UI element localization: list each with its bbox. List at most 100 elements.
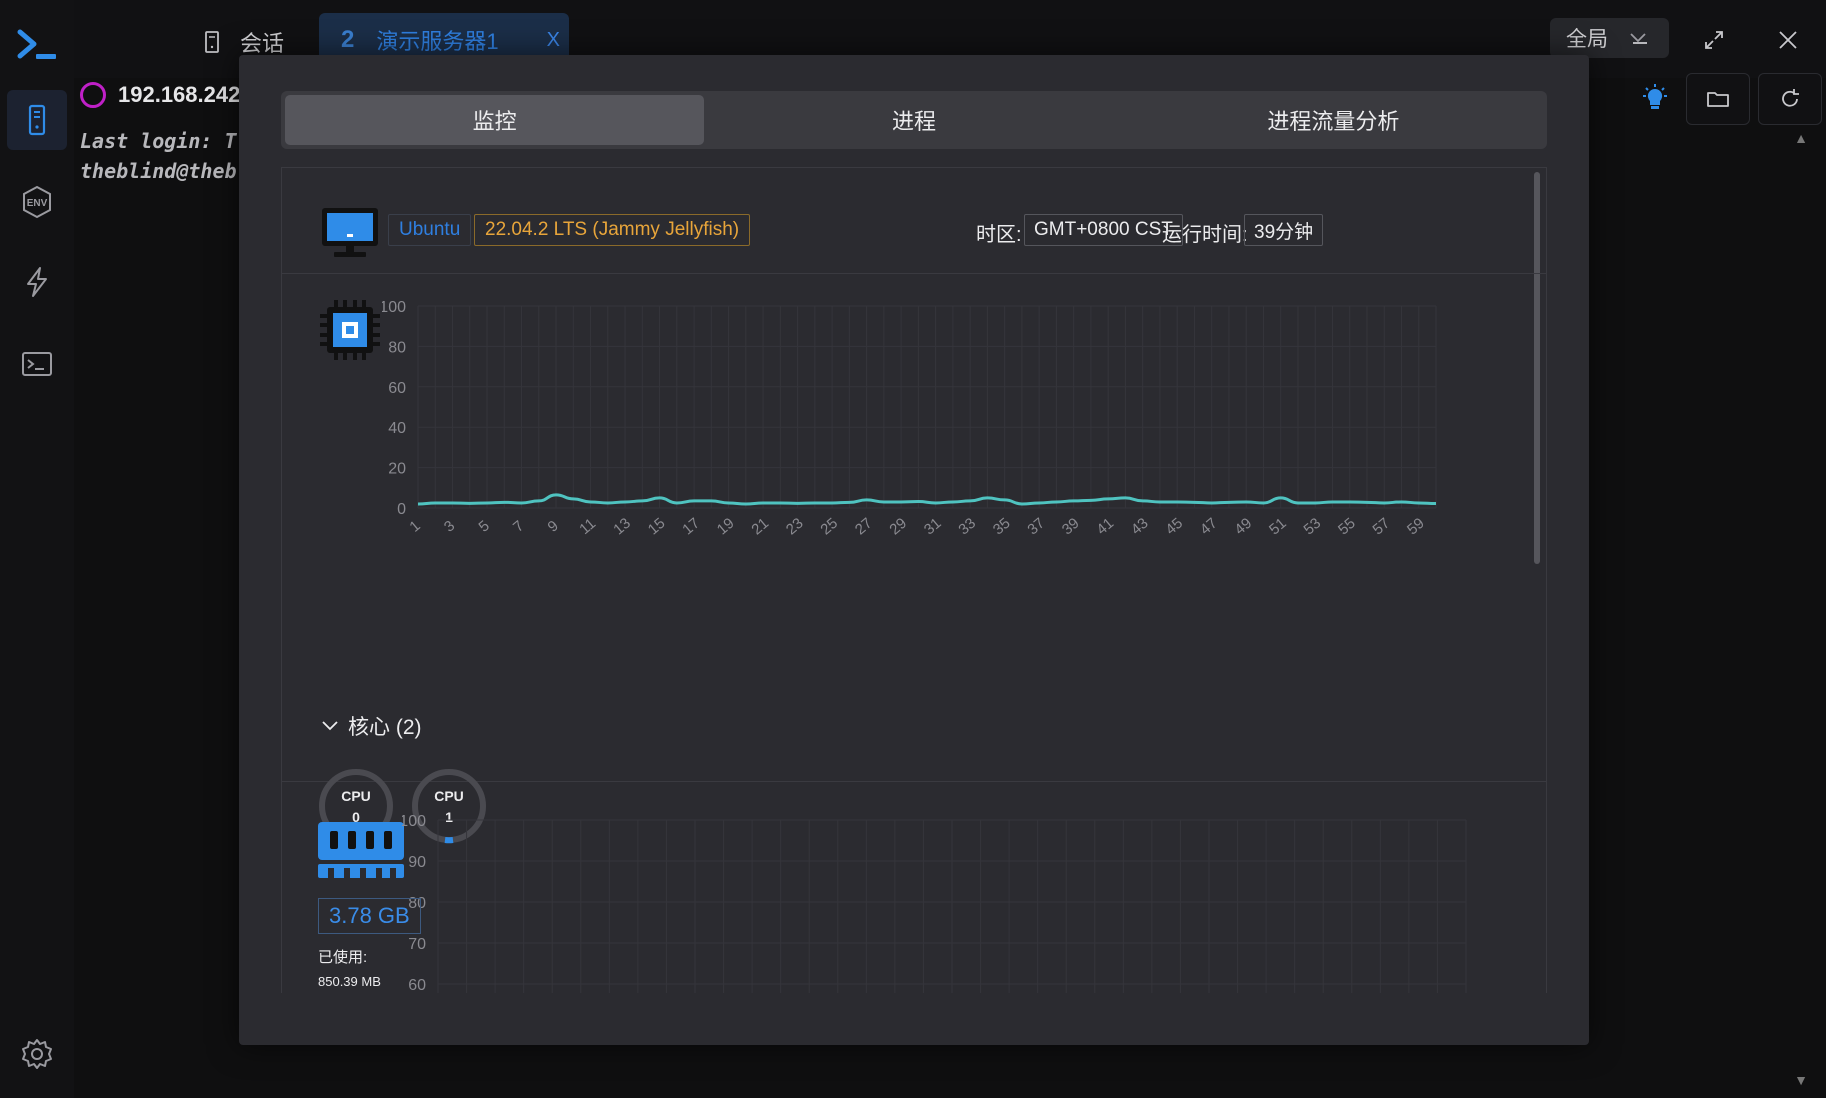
tab-processes[interactable]: 进程 bbox=[704, 95, 1123, 145]
y-tick-label: 40 bbox=[388, 420, 406, 437]
x-tick-label: 37 bbox=[1024, 515, 1048, 539]
timezone-label: 时区: bbox=[976, 224, 1022, 246]
y-tick-label: 0 bbox=[397, 501, 406, 518]
x-tick-label: 25 bbox=[817, 515, 841, 539]
x-tick-label: 21 bbox=[748, 515, 772, 539]
x-tick-label: 47 bbox=[1197, 515, 1221, 539]
sidebar-item-env[interactable]: ENV bbox=[7, 172, 67, 232]
host-address: 192.168.242 bbox=[118, 82, 241, 107]
x-tick-label: 43 bbox=[1128, 515, 1152, 539]
server-icon bbox=[205, 31, 219, 53]
y-tick-label: 20 bbox=[388, 461, 406, 478]
x-tick-label: 11 bbox=[576, 515, 599, 538]
terminal-icon bbox=[22, 352, 52, 376]
scroll-down-icon[interactable]: ▼ bbox=[1794, 1072, 1808, 1088]
x-tick-label: 27 bbox=[852, 515, 876, 539]
cores-label: 核心 (2) bbox=[348, 716, 422, 739]
y-tick-label: 100 bbox=[382, 299, 406, 316]
memory-icon bbox=[318, 822, 404, 878]
gear-icon bbox=[22, 1039, 52, 1069]
cpu-chart-svg: 0204060801001357911131517192123252729313… bbox=[379, 299, 1437, 539]
expand-icon bbox=[1705, 31, 1723, 49]
minimize-button[interactable] bbox=[1620, 20, 1660, 60]
sidebar-item-servers[interactable] bbox=[7, 90, 67, 150]
tab-monitor[interactable]: 监控 bbox=[285, 95, 705, 145]
close-icon bbox=[1779, 31, 1797, 49]
terminal-output[interactable]: Last login: T theblind@theb bbox=[80, 126, 237, 186]
x-tick-label: 13 bbox=[610, 515, 634, 539]
terminal-line: theblind@theb bbox=[80, 159, 237, 183]
x-tick-label: 55 bbox=[1335, 515, 1359, 539]
sidebar-item-terminal[interactable] bbox=[7, 334, 67, 394]
lightbulb-icon[interactable] bbox=[1640, 84, 1670, 114]
x-tick-label: 35 bbox=[990, 515, 1014, 539]
x-tick-label: 1 bbox=[406, 517, 423, 535]
memory-used-label: 已使用: bbox=[318, 949, 368, 966]
refresh-button[interactable] bbox=[1758, 73, 1822, 125]
x-tick-label: 57 bbox=[1369, 515, 1393, 539]
memory-used-value: 850.39 MB bbox=[318, 974, 381, 989]
close-window-button[interactable] bbox=[1768, 20, 1808, 60]
monitor-dialog: 监控 进程 进程流量分析 Ubuntu 22.04.2 LTS (Jammy J… bbox=[239, 55, 1589, 1045]
memory-section: 60708090100 bbox=[282, 782, 1546, 993]
uptime-value: 39分钟 bbox=[1244, 214, 1324, 246]
tab-title: 演示服务器1 bbox=[376, 29, 499, 54]
terminal-line: Last login: T bbox=[80, 129, 237, 153]
x-tick-label: 49 bbox=[1231, 515, 1255, 539]
x-tick-label: 23 bbox=[783, 515, 807, 539]
server-icon bbox=[28, 104, 46, 136]
y-tick-label: 60 bbox=[408, 977, 426, 993]
sidebar-item-quick-commands[interactable] bbox=[7, 252, 67, 312]
monitor-tabs: 监控 进程 进程流量分析 bbox=[281, 91, 1547, 149]
tab-number: 2 bbox=[341, 26, 355, 53]
x-tick-label: 5 bbox=[475, 517, 492, 535]
env-icon: ENV bbox=[23, 185, 51, 219]
x-tick-label: 33 bbox=[955, 515, 979, 539]
cores-toggle[interactable]: 核心 (2) bbox=[322, 711, 422, 741]
smile-icon bbox=[80, 82, 106, 108]
uptime-label: 运行时间: bbox=[1162, 224, 1248, 246]
monitor-content[interactable]: Ubuntu 22.04.2 LTS (Jammy Jellyfish) 时区:… bbox=[281, 167, 1547, 993]
chevron-down-icon bbox=[322, 721, 338, 731]
activity-bar: ENV bbox=[0, 0, 74, 1098]
x-tick-label: 19 bbox=[714, 515, 738, 539]
cpu-usage-chart: 0204060801001357911131517192123252729313… bbox=[379, 294, 1502, 589]
x-tick-label: 3 bbox=[441, 517, 458, 535]
folder-icon bbox=[1707, 92, 1729, 107]
y-tick-label: 70 bbox=[408, 936, 426, 953]
cpu-icon bbox=[320, 300, 380, 360]
x-tick-label: 45 bbox=[1162, 515, 1186, 539]
x-tick-label: 31 bbox=[921, 515, 945, 539]
x-tick-label: 53 bbox=[1300, 515, 1324, 539]
x-tick-label: 29 bbox=[886, 515, 910, 539]
y-tick-label: 90 bbox=[408, 854, 426, 871]
file-browser-button[interactable] bbox=[1686, 73, 1750, 125]
host-label: 192.168.242 bbox=[80, 82, 240, 108]
memory-total: 3.78 GB bbox=[318, 898, 421, 934]
x-tick-label: 15 bbox=[645, 515, 669, 539]
monitor-icon bbox=[322, 208, 378, 257]
sessions-label: 会话 bbox=[240, 31, 285, 56]
memory-chart-svg: 60708090100 bbox=[399, 813, 1467, 993]
y-tick-label: 100 bbox=[402, 813, 426, 830]
svg-text:ENV: ENV bbox=[27, 198, 48, 209]
y-tick-label: 80 bbox=[388, 339, 406, 356]
x-tick-label: 39 bbox=[1059, 515, 1083, 539]
scroll-up-icon[interactable]: ▲ bbox=[1794, 130, 1808, 146]
tab-process-traffic[interactable]: 进程流量分析 bbox=[1124, 95, 1543, 145]
settings-button[interactable] bbox=[7, 1024, 67, 1084]
refresh-icon bbox=[1782, 89, 1799, 107]
cpu-section: 0204060801001357911131517192123252729313… bbox=[282, 274, 1546, 844]
lightning-icon bbox=[27, 267, 47, 297]
memory-usage-chart: 60708090100 bbox=[399, 808, 1502, 993]
x-tick-label: 17 bbox=[679, 515, 703, 539]
x-tick-label: 9 bbox=[544, 517, 561, 535]
timezone-value: GMT+0800 CST bbox=[1024, 214, 1183, 246]
scope-value: 全局 bbox=[1566, 28, 1608, 51]
maximize-button[interactable] bbox=[1694, 20, 1734, 60]
tab-close-button[interactable]: X bbox=[547, 29, 560, 52]
x-tick-label: 7 bbox=[510, 517, 527, 535]
os-badge: Ubuntu bbox=[388, 214, 472, 246]
x-tick-label: 51 bbox=[1266, 515, 1290, 539]
minimize-icon bbox=[1633, 42, 1647, 44]
